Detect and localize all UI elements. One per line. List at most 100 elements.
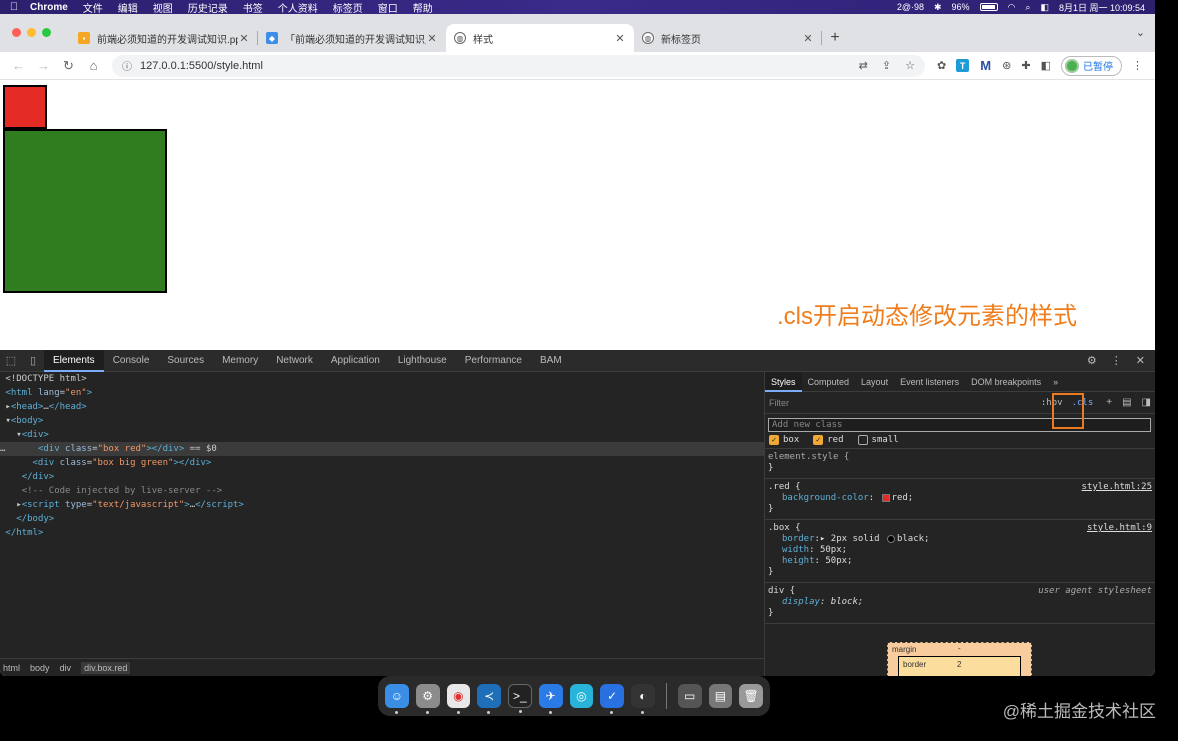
- rule-source-link[interactable]: style.html:25: [1082, 482, 1152, 493]
- trash-icon[interactable]: 🗑: [739, 684, 763, 708]
- url-text[interactable]: 127.0.0.1:5500/style.html: [140, 60, 263, 72]
- margin-value[interactable]: -: [958, 644, 961, 653]
- status-icons[interactable]: 2@·98: [897, 2, 924, 12]
- close-tab-icon[interactable]: ✕: [802, 32, 814, 45]
- close-tab-icon[interactable]: ✕: [614, 32, 626, 45]
- menu-item-profile[interactable]: 个人资料: [272, 0, 327, 15]
- app-icon[interactable]: ◎: [569, 684, 594, 708]
- downloads-icon[interactable]: ▤: [708, 684, 733, 708]
- battery-icon[interactable]: [979, 3, 998, 11]
- reload-icon[interactable]: ↻: [56, 58, 81, 74]
- menu-item-edit[interactable]: 编辑: [112, 0, 147, 15]
- tab-dom-breakpoints[interactable]: DOM breakpoints: [965, 372, 1047, 392]
- vscode-icon[interactable]: ≺: [477, 684, 501, 714]
- class-toggle-red[interactable]: ✓ red: [813, 435, 844, 445]
- dom-line-div[interactable]: ▾<div>: [0, 428, 764, 442]
- apple-icon[interactable]: : [0, 1, 28, 13]
- mail-icon[interactable]: ✓: [600, 684, 625, 714]
- system-preferences-icon[interactable]: ⚙: [415, 684, 440, 714]
- dom-line-comment[interactable]: <!-- Code injected by live-server -->: [0, 484, 764, 498]
- dom-line-div-close[interactable]: </div>: [0, 470, 764, 484]
- tab-performance[interactable]: Performance: [456, 350, 531, 372]
- back-icon[interactable]: ←: [6, 58, 31, 73]
- css-property[interactable]: border:▸ 2px solid black;: [768, 534, 1152, 545]
- devtools-more-icon[interactable]: ⋮: [1111, 354, 1122, 367]
- breadcrumb-div[interactable]: div: [60, 663, 72, 673]
- breadcrumb-current[interactable]: div.box.red: [81, 661, 131, 674]
- menu-item-help[interactable]: 帮助: [407, 0, 442, 15]
- checkbox-unchecked-icon[interactable]: [857, 435, 868, 445]
- profile-button[interactable]: 已暂停: [1061, 55, 1122, 76]
- side-panel-icon[interactable]: ◧: [1041, 59, 1051, 72]
- tab-slides[interactable]: ▪ 前端必须知道的开发调试知识.pp ✕: [70, 24, 258, 52]
- box-model-diagram[interactable]: margin - border 2: [887, 642, 1032, 676]
- menubar-clock[interactable]: 8月1日 周一 10:09:54: [1059, 1, 1145, 14]
- extension-m-icon[interactable]: M: [979, 58, 993, 73]
- breadcrumb-body[interactable]: body: [30, 663, 50, 673]
- info-icon[interactable]: ⓘ: [122, 58, 132, 73]
- color-swatch[interactable]: [881, 493, 890, 502]
- rule-red[interactable]: style.html:25 .red { background-color: r…: [765, 479, 1155, 520]
- menu-item-bookmarks[interactable]: 书签: [237, 0, 272, 15]
- close-devtools-icon[interactable]: ✕: [1136, 354, 1145, 367]
- dom-line-doctype[interactable]: <!DOCTYPE html>: [0, 372, 764, 386]
- tab-bam[interactable]: BAM: [531, 350, 571, 372]
- rule-element-style[interactable]: element.style { }: [765, 449, 1155, 479]
- feishu-icon[interactable]: ✈: [538, 684, 563, 714]
- dom-line-green[interactable]: <div class="box big green"></div>: [0, 456, 764, 470]
- tab-event-listeners[interactable]: Event listeners: [894, 372, 965, 392]
- menu-item-tabs[interactable]: 标签页: [327, 0, 372, 15]
- control-center-icon[interactable]: ◧: [1040, 2, 1049, 13]
- property-value[interactable]: red;: [892, 493, 914, 503]
- settings-gear-icon[interactable]: ⚙: [1087, 354, 1097, 367]
- dom-line-body-close[interactable]: </body>: [0, 512, 764, 526]
- rule-source-link[interactable]: style.html:9: [1087, 523, 1152, 534]
- property-value[interactable]: 50px;: [825, 556, 852, 566]
- menu-item-history[interactable]: 历史记录: [182, 0, 237, 15]
- property-name[interactable]: background-color: [782, 493, 869, 503]
- extension-gear-icon[interactable]: ✿: [937, 59, 946, 72]
- tab-layout[interactable]: Layout: [855, 372, 894, 392]
- window-thumbnail-icon[interactable]: ▭: [677, 684, 702, 708]
- css-property[interactable]: height: 50px;: [768, 556, 1152, 567]
- rule-div-ua[interactable]: user agent stylesheet div { display: blo…: [765, 583, 1155, 624]
- tab-lighthouse[interactable]: Lighthouse: [389, 350, 456, 372]
- dom-line-html[interactable]: <html lang="en">: [0, 386, 764, 400]
- menu-item-window[interactable]: 窗口: [372, 0, 407, 15]
- puzzle-icon[interactable]: ✚: [1021, 59, 1030, 72]
- close-tab-icon[interactable]: ✕: [426, 32, 438, 45]
- dom-line-head[interactable]: ▸<head>…</head>: [0, 400, 764, 414]
- bluetooth-icon[interactable]: ✱: [934, 2, 942, 13]
- bookmark-star-icon[interactable]: ☆: [905, 59, 915, 72]
- extension-t-icon[interactable]: T: [956, 59, 970, 72]
- new-tab-button[interactable]: +: [822, 24, 848, 52]
- extension-circle-icon[interactable]: ⊛: [1002, 59, 1011, 72]
- terminal-icon[interactable]: >_: [508, 684, 532, 713]
- paint-icon[interactable]: ▤: [1122, 397, 1131, 408]
- address-bar[interactable]: ⓘ 127.0.0.1:5500/style.html ⇄ ⇪ ☆: [112, 54, 925, 77]
- color-swatch[interactable]: [886, 534, 895, 543]
- forward-icon[interactable]: →: [31, 58, 56, 73]
- wifi-icon[interactable]: ◠: [1008, 2, 1016, 13]
- class-toggle-box[interactable]: ✓ box: [769, 435, 799, 445]
- chrome-icon[interactable]: ◉: [446, 684, 471, 714]
- checkbox-checked-icon[interactable]: ✓: [813, 435, 824, 445]
- more-tabs-icon[interactable]: »: [1047, 372, 1064, 392]
- menu-app-name[interactable]: Chrome: [28, 2, 77, 13]
- search-icon[interactable]: ⌕: [1025, 2, 1030, 13]
- menu-item-file[interactable]: 文件: [77, 0, 112, 15]
- tab-console[interactable]: Console: [104, 350, 159, 372]
- share-icon[interactable]: ⇪: [882, 59, 891, 72]
- zoom-window-button[interactable]: [42, 28, 51, 37]
- sidebar-toggle-icon[interactable]: ◨: [1142, 397, 1151, 408]
- home-icon[interactable]: ⌂: [81, 58, 106, 73]
- tab-network[interactable]: Network: [267, 350, 322, 372]
- property-value[interactable]: black;: [897, 534, 930, 544]
- red-box[interactable]: [3, 85, 47, 129]
- property-value[interactable]: 2px solid: [831, 534, 885, 544]
- property-name[interactable]: width: [782, 545, 809, 555]
- breadcrumb-html[interactable]: html: [3, 663, 20, 673]
- device-toolbar-icon[interactable]: ▯: [22, 354, 44, 367]
- property-value[interactable]: 50px;: [820, 545, 847, 555]
- more-menu-icon[interactable]: ⋮: [1132, 59, 1143, 72]
